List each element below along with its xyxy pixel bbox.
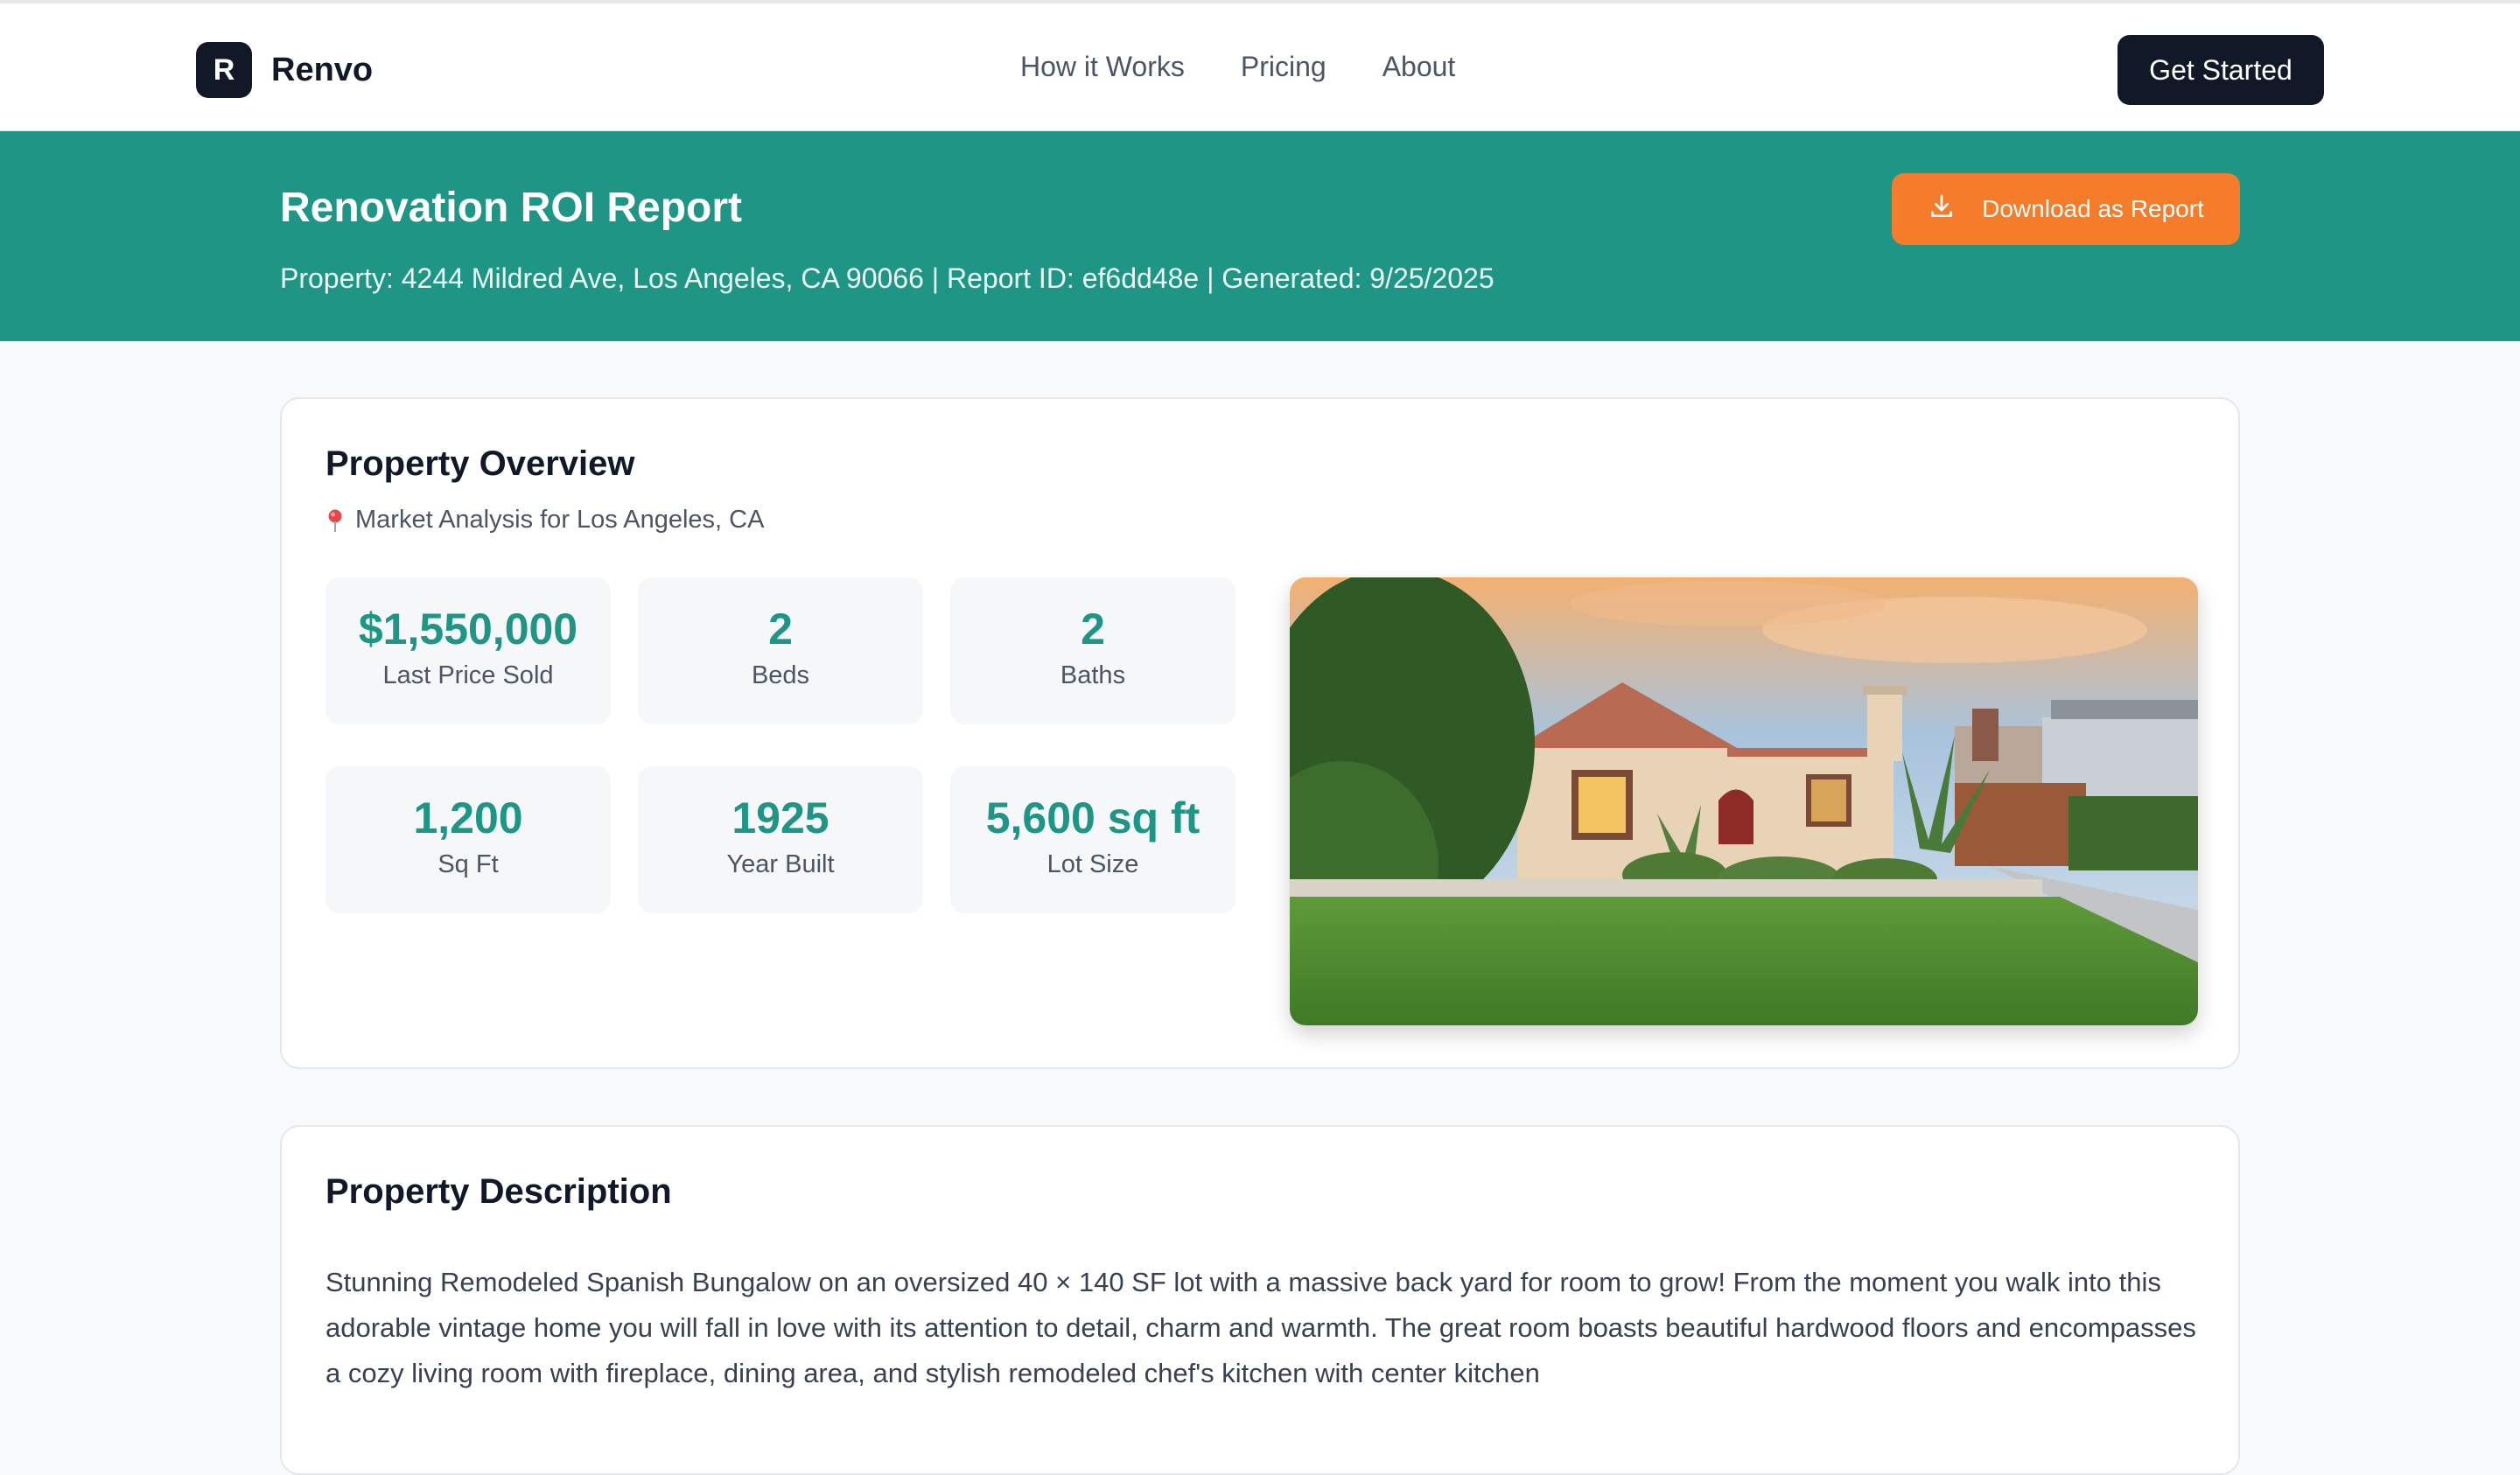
stat-label: Beds (751, 661, 810, 689)
stat-value: 1,200 (413, 793, 523, 842)
stat-value: $1,550,000 (358, 605, 578, 654)
stat-label: Baths (1060, 661, 1126, 689)
stat-value: 5,600 sq ft (985, 793, 1200, 842)
nav-links: How it Works Pricing About (1020, 51, 1455, 83)
description-text: Stunning Remodeled Spanish Bungalow on a… (326, 1267, 2196, 1388)
stat-sq-ft: 1,200 Sq Ft (326, 766, 611, 913)
get-started-button[interactable]: Get Started (2118, 35, 2324, 105)
report-title: Renovation ROI Report (280, 185, 743, 231)
report-banner: Renovation ROI Report Property: 4244 Mil… (0, 131, 2520, 341)
stat-value: 2 (768, 605, 793, 654)
property-overview-card: Property Overview Market Analysis for Lo… (280, 397, 2240, 1069)
brand-name: Renvo (271, 51, 374, 88)
overview-subtitle: Market Analysis for Los Angeles, CA (326, 506, 764, 535)
stat-year-built: 1925 Year Built (638, 766, 923, 913)
download-label: Download as Report (1982, 195, 2204, 222)
stat-label: Last Price Sold (382, 661, 554, 689)
stat-label: Lot Size (1046, 850, 1139, 878)
navbar: R Renvo How it Works Pricing About Get S… (0, 3, 2520, 131)
map-pin-icon (328, 509, 342, 532)
stat-value: 1925 (732, 793, 830, 842)
brand[interactable]: R Renvo (196, 42, 373, 98)
stat-label: Sq Ft (438, 850, 499, 878)
download-icon (1928, 192, 1956, 227)
nav-link-how-it-works[interactable]: How it Works (1020, 51, 1185, 83)
download-report-button[interactable]: Download as Report (1892, 173, 2240, 245)
property-description-card: Property Description Stunning Remodeled … (280, 1125, 2240, 1475)
overview-title: Property Overview (326, 444, 635, 483)
stat-value: 2 (1081, 605, 1105, 654)
subtitle-text: Market Analysis for Los Angeles, CA (355, 506, 765, 534)
report-meta: Property: 4244 Mildred Ave, Los Angeles,… (280, 262, 1494, 294)
stat-lot-size: 5,600 sq ft Lot Size (950, 766, 1236, 913)
stat-label: Year Built (726, 850, 835, 878)
stat-last-price: $1,550,000 Last Price Sold (326, 577, 611, 724)
brand-logo: R (196, 42, 252, 98)
nav-link-about[interactable]: About (1382, 51, 1456, 83)
description-title: Property Description (326, 1172, 672, 1211)
nav-link-pricing[interactable]: Pricing (1241, 51, 1326, 83)
stat-beds: 2 Beds (638, 577, 923, 724)
stat-baths: 2 Baths (950, 577, 1236, 724)
property-photo (1290, 577, 2198, 1025)
